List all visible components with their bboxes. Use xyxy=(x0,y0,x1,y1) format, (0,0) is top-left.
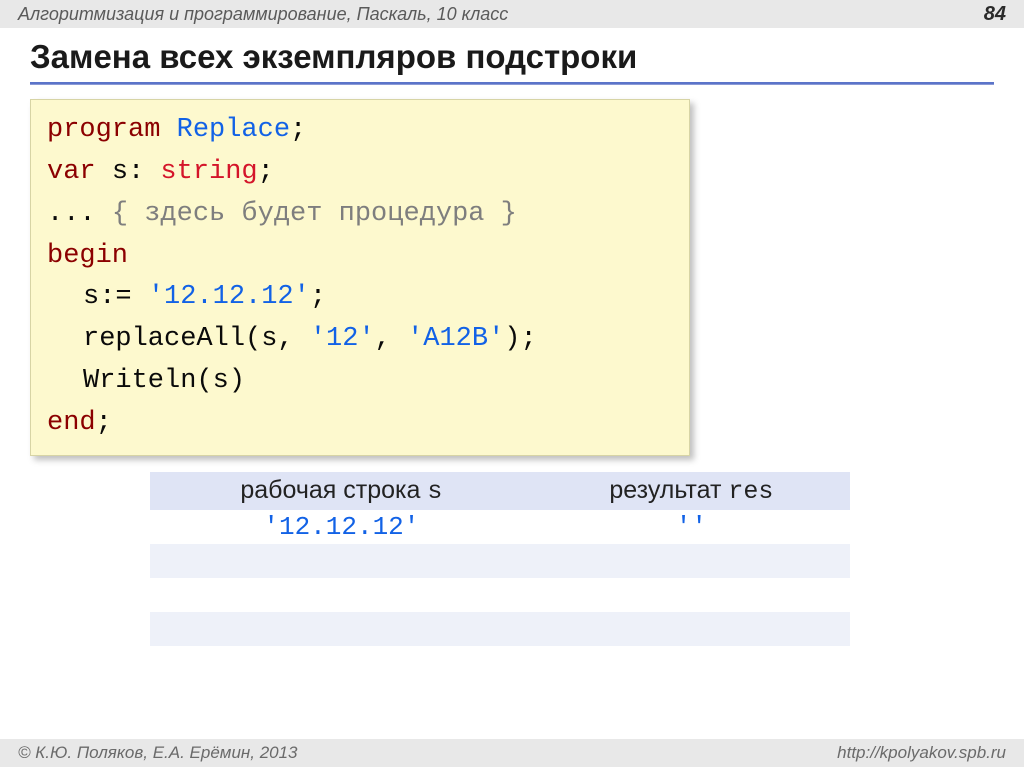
slide-title: Замена всех экземпляров подстроки xyxy=(0,28,1024,82)
kw-begin: begin xyxy=(47,241,128,271)
table-row xyxy=(150,544,850,578)
code-line: program Replace; xyxy=(47,110,673,152)
code-line: ... { здесь будет процедура } xyxy=(47,194,673,236)
page-number: 84 xyxy=(984,3,1006,26)
table-row xyxy=(150,612,850,646)
comment: { здесь будет процедура } xyxy=(112,199,517,229)
fn-writeln: Writeln xyxy=(83,366,196,396)
code-block: program Replace; var s: string; ... { зд… xyxy=(30,99,690,456)
course-label: Алгоритмизация и программирование, Паска… xyxy=(18,4,508,25)
code-line: s:= '12.12.12'; xyxy=(47,277,673,319)
url-label: http://kpolyakov.spb.ru xyxy=(837,743,1006,763)
table-row xyxy=(150,646,850,680)
authors-label: © К.Ю. Поляков, Е.А. Ерёмин, 2013 xyxy=(18,743,298,763)
id-replace: Replace xyxy=(177,115,290,145)
str-literal: 'A12B' xyxy=(407,324,504,354)
cell-res: '' xyxy=(676,512,707,542)
code-line: begin xyxy=(47,236,673,278)
table-row: '12.12.12' '' xyxy=(150,510,850,544)
code-line: end; xyxy=(47,403,673,445)
col-header-res: результат res xyxy=(533,472,850,510)
kw-end: end xyxy=(47,408,96,438)
str-literal: '12.12.12' xyxy=(148,282,310,312)
code-line: Writeln(s) xyxy=(47,361,673,403)
trace-table: рабочая строка s результат res '12.12.12… xyxy=(150,472,850,680)
kw-program: program xyxy=(47,115,160,145)
code-line: var s: string; xyxy=(47,152,673,194)
title-underline xyxy=(30,82,994,85)
table-row xyxy=(150,578,850,612)
str-literal: '12' xyxy=(310,324,375,354)
type-string: string xyxy=(160,157,257,187)
col-header-s: рабочая строка s xyxy=(150,472,533,510)
slide-header: Алгоритмизация и программирование, Паска… xyxy=(0,0,1024,28)
fn-replaceall: replaceAll xyxy=(83,324,245,354)
table-header-row: рабочая строка s результат res xyxy=(150,472,850,510)
cell-s: '12.12.12' xyxy=(263,512,419,542)
kw-var: var xyxy=(47,157,96,187)
code-line: replaceAll(s, '12', 'A12B'); xyxy=(47,319,673,361)
slide-footer: © К.Ю. Поляков, Е.А. Ерёмин, 2013 http:/… xyxy=(0,739,1024,767)
